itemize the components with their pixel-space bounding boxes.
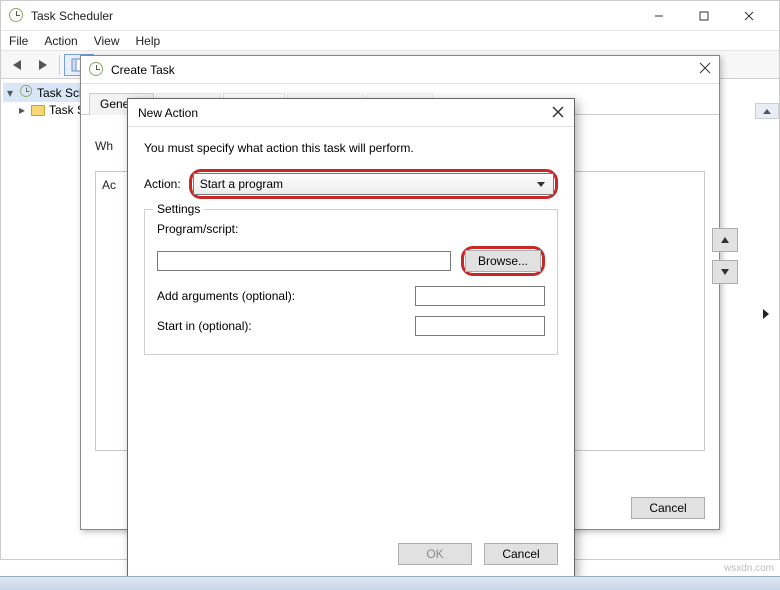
create-task-title: Create Task <box>111 63 175 77</box>
create-task-footer: Cancel <box>631 497 705 519</box>
menu-help[interactable]: Help <box>136 34 161 48</box>
new-action-title: New Action <box>138 106 198 120</box>
new-action-titlebar: New Action <box>128 99 574 127</box>
program-input[interactable] <box>157 251 451 271</box>
maximize-button[interactable] <box>681 2 726 30</box>
folder-icon <box>31 105 45 116</box>
cancel-button[interactable]: Cancel <box>484 543 558 565</box>
arguments-row: Add arguments (optional): <box>157 286 545 306</box>
nav-back-button[interactable] <box>5 54 29 76</box>
chevron-down-icon <box>537 182 545 187</box>
action-label: Action: <box>144 177 181 191</box>
watermark: wsxdn.com <box>724 563 774 574</box>
startin-row: Start in (optional): <box>157 316 545 336</box>
new-action-dialog: New Action You must specify what action … <box>127 98 575 578</box>
startin-input[interactable] <box>415 316 545 336</box>
instruction-text: You must specify what action this task w… <box>144 141 558 155</box>
action-select[interactable]: Start a program <box>193 173 554 195</box>
ok-button[interactable]: OK <box>398 543 472 565</box>
new-action-footer: OK Cancel <box>398 543 558 565</box>
toolbar-separator <box>59 55 60 75</box>
browse-button[interactable]: Browse... <box>465 250 541 272</box>
program-row: Browse... <box>157 246 545 276</box>
minimize-button[interactable] <box>636 2 681 30</box>
list-sort-indicator[interactable] <box>755 103 779 119</box>
menu-file[interactable]: File <box>9 34 28 48</box>
actions-pane-expand-icon[interactable] <box>763 309 769 319</box>
arguments-label: Add arguments (optional): <box>157 289 405 303</box>
task-icon <box>89 62 105 78</box>
menubar: File Action View Help <box>1 31 779 51</box>
move-up-button[interactable] <box>712 228 738 252</box>
action-select-value: Start a program <box>200 177 283 191</box>
create-task-cancel-button[interactable]: Cancel <box>631 497 705 519</box>
move-down-button[interactable] <box>712 260 738 284</box>
main-titlebar: Task Scheduler <box>1 1 779 31</box>
taskbar <box>0 576 780 590</box>
nav-forward-button[interactable] <box>31 54 55 76</box>
reorder-buttons <box>712 228 738 284</box>
column-action-header: Ac <box>102 178 116 192</box>
close-button[interactable] <box>552 105 564 121</box>
browse-highlight: Browse... <box>461 246 545 276</box>
expand-icon[interactable]: ▸ <box>17 103 27 117</box>
close-button[interactable] <box>699 62 711 77</box>
new-action-body: You must specify what action this task w… <box>128 127 574 355</box>
action-row: Action: Start a program <box>144 169 558 199</box>
task-scheduler-icon <box>19 84 33 101</box>
action-highlight: Start a program <box>189 169 558 199</box>
settings-fieldset: Settings Program/script: Browse... Add a… <box>144 209 558 355</box>
startin-label: Start in (optional): <box>157 319 405 333</box>
main-title: Task Scheduler <box>31 9 113 23</box>
create-task-titlebar: Create Task <box>81 56 719 84</box>
menu-view[interactable]: View <box>94 34 120 48</box>
arguments-input[interactable] <box>415 286 545 306</box>
settings-legend: Settings <box>153 202 204 216</box>
program-label: Program/script: <box>157 222 545 236</box>
task-scheduler-icon <box>9 8 25 24</box>
close-button[interactable] <box>726 2 771 30</box>
expand-icon[interactable]: ▾ <box>5 86 15 100</box>
menu-action[interactable]: Action <box>44 34 77 48</box>
